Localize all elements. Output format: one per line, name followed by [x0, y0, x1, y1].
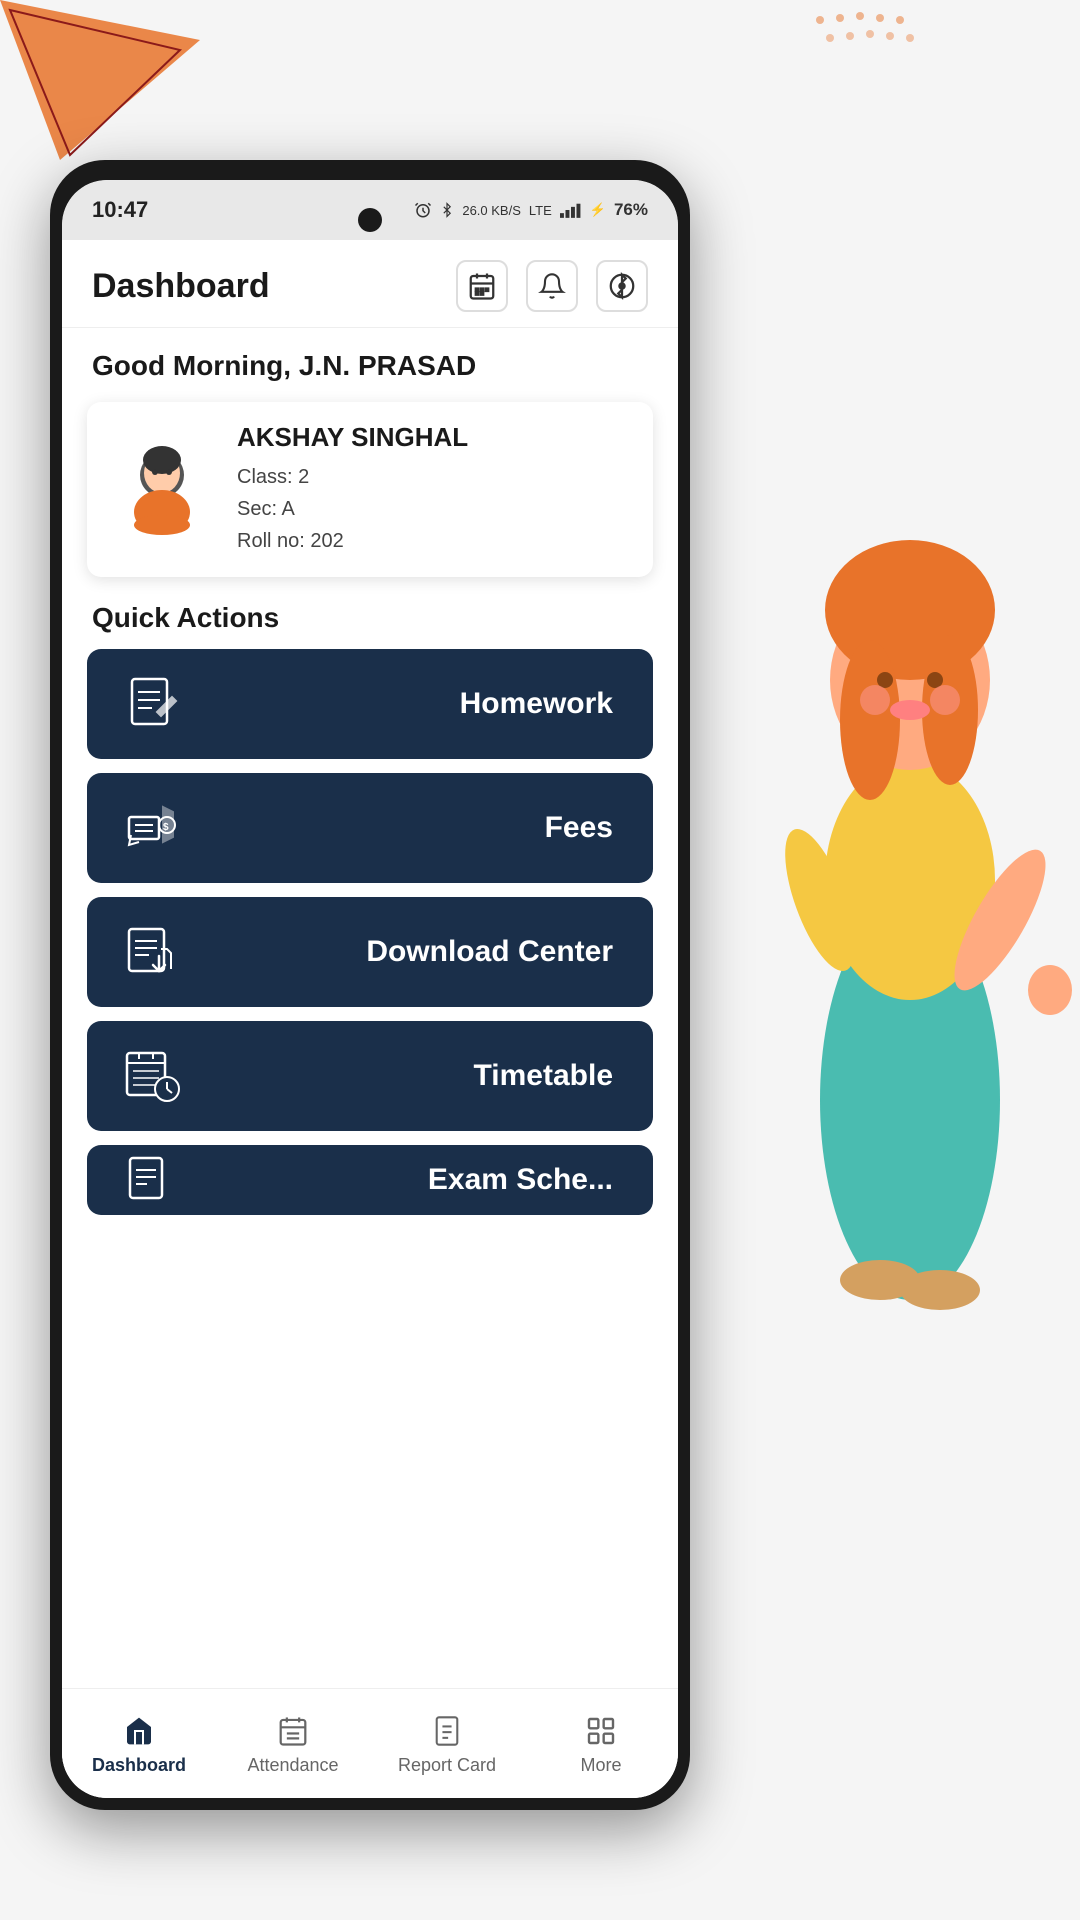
attendance-icon — [274, 1712, 312, 1750]
exam-schedule-label: Exam Sche... — [428, 1163, 623, 1197]
phone-screen: 10:47 26.0 KB/S LTE ⚡ 76% — [62, 180, 678, 1798]
nav-report-card-label: Report Card — [398, 1755, 496, 1776]
download-center-button[interactable]: Download Center — [87, 897, 653, 1007]
timetable-icon — [117, 1041, 187, 1111]
svg-text:$: $ — [163, 822, 169, 833]
student-roll: Roll no: 202 — [237, 525, 628, 557]
nav-dashboard-label: Dashboard — [92, 1755, 186, 1776]
status-time: 10:47 — [92, 197, 148, 223]
nav-attendance[interactable]: Attendance — [216, 1689, 370, 1798]
student-section: Sec: A — [237, 493, 628, 525]
network-speed: 26.0 KB/S — [462, 203, 521, 218]
calendar-button[interactable] — [456, 260, 508, 312]
phone-frame: 10:47 26.0 KB/S LTE ⚡ 76% — [50, 160, 690, 1810]
bg-dots-decoration — [810, 10, 930, 70]
nav-dashboard[interactable]: Dashboard — [62, 1689, 216, 1798]
exam-icon — [117, 1145, 187, 1215]
timetable-button[interactable]: Timetable — [87, 1021, 653, 1131]
bottom-nav: Dashboard Attendance — [62, 1688, 678, 1798]
camera-notch — [358, 208, 382, 232]
quick-actions-list: Homework $ — [62, 649, 678, 1215]
calendar-icon — [467, 271, 497, 301]
bg-triangle-decoration — [0, 0, 220, 180]
student-class: Class: 2 — [237, 461, 628, 493]
bell-icon — [538, 271, 566, 301]
battery-icon: ⚡ — [590, 202, 606, 218]
attendance-svg — [278, 1715, 308, 1747]
homework-icon — [117, 669, 187, 739]
home-icon — [120, 1712, 158, 1750]
download-center-label: Download Center — [366, 935, 623, 969]
status-icons: 26.0 KB/S LTE ⚡ 76% — [414, 200, 648, 220]
more-icon — [582, 1712, 620, 1750]
app-header: Dashboard — [62, 240, 678, 328]
alarm-icon — [414, 201, 432, 219]
header-actions — [456, 260, 648, 312]
download-center-icon — [117, 917, 187, 987]
fees-icon: $ — [117, 793, 187, 863]
battery-percent: 76% — [614, 200, 648, 220]
sync-button[interactable] — [596, 260, 648, 312]
status-bar: 10:47 26.0 KB/S LTE ⚡ 76% — [62, 180, 678, 240]
homework-label: Homework — [460, 687, 623, 721]
timetable-label: Timetable — [474, 1059, 624, 1093]
homework-button[interactable]: Homework — [87, 649, 653, 759]
nav-more-label: More — [580, 1755, 621, 1776]
lte-badge: LTE — [529, 203, 552, 218]
fees-button[interactable]: $ Fees — [87, 773, 653, 883]
student-card[interactable]: AKSHAY SINGHAL Class: 2 Sec: A Roll no: … — [87, 402, 653, 577]
character-illustration — [710, 200, 1080, 1400]
sync-icon — [607, 271, 637, 301]
report-card-icon — [428, 1712, 466, 1750]
more-svg — [585, 1715, 617, 1747]
home-svg — [123, 1715, 155, 1747]
nav-attendance-label: Attendance — [247, 1755, 338, 1776]
bluetooth-icon — [440, 201, 454, 219]
fees-label: Fees — [545, 811, 623, 845]
nav-report-card[interactable]: Report Card — [370, 1689, 524, 1798]
nav-more[interactable]: More — [524, 1689, 678, 1798]
page-title: Dashboard — [92, 267, 270, 306]
bell-button[interactable] — [526, 260, 578, 312]
student-name: AKSHAY SINGHAL — [237, 422, 628, 453]
signal-bars — [560, 201, 582, 219]
report-card-svg — [433, 1715, 461, 1747]
quick-actions-title: Quick Actions — [62, 597, 678, 649]
student-avatar — [112, 440, 212, 540]
exam-schedule-button[interactable]: Exam Sche... — [87, 1145, 653, 1215]
app-content: Dashboard — [62, 240, 678, 1798]
greeting-text: Good Morning, J.N. PRASAD — [62, 328, 678, 392]
student-info: AKSHAY SINGHAL Class: 2 Sec: A Roll no: … — [237, 422, 628, 557]
